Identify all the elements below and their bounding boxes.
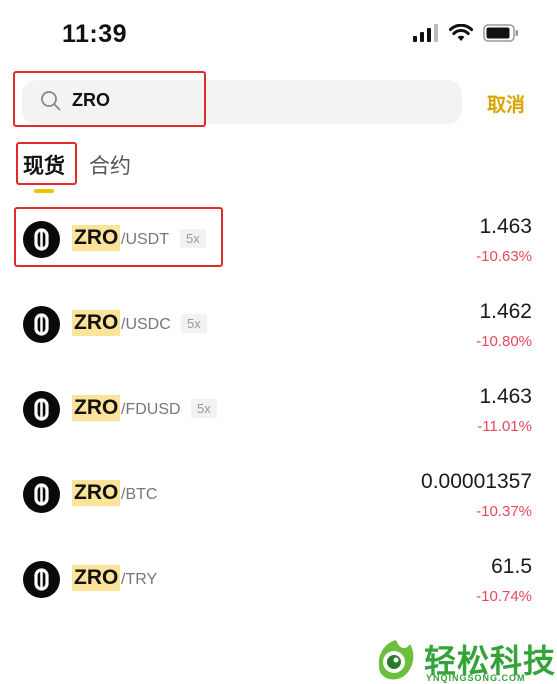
- pair-row-zro-try[interactable]: ZRO /TRY 61.5 -10.74%: [0, 537, 557, 622]
- pair-row-zro-btc[interactable]: ZRO /BTC 0.00001357 -10.37%: [0, 452, 557, 537]
- market-tabs: 现货 合约: [0, 140, 557, 200]
- watermark-subtitle: YNQINGSONG.COM: [426, 673, 526, 683]
- status-bar: 11:39: [0, 0, 557, 66]
- pair-base: ZRO: [72, 565, 121, 591]
- pair-change: -10.80%: [476, 333, 532, 350]
- status-time: 11:39: [62, 20, 128, 48]
- pair-price: 61.5: [491, 555, 532, 578]
- battery-icon: [483, 24, 519, 47]
- pair-price: 0.00001357: [421, 470, 532, 493]
- annotation-box-search: [13, 71, 206, 127]
- zro-coin-logo: [23, 476, 60, 513]
- pair-row-zro-fdusd[interactable]: ZRO /FDUSD 5x 1.463 -11.01%: [0, 367, 557, 452]
- pair-price: 1.463: [479, 385, 532, 408]
- active-tab-indicator: [34, 189, 54, 193]
- leverage-badge: 5x: [191, 399, 217, 418]
- pair-quote: /FDUSD: [121, 401, 181, 418]
- annotation-box-pair: [14, 207, 223, 267]
- leverage-badge: 5x: [181, 314, 207, 333]
- pair-change: -11.01%: [477, 418, 532, 435]
- cellular-signal-icon: [413, 24, 439, 47]
- pair-row-zro-usdc[interactable]: ZRO /USDC 5x 1.462 -10.80%: [0, 282, 557, 367]
- pair-quote: /USDC: [121, 316, 171, 333]
- watermark: 轻松科技 YNQINGSONG.COM: [372, 636, 557, 684]
- pair-change: -10.63%: [476, 248, 532, 265]
- leaf-logo-icon: [372, 636, 420, 684]
- tab-contract[interactable]: 合约: [89, 150, 131, 180]
- wifi-icon: [448, 23, 474, 47]
- pair-price: 1.463: [479, 215, 532, 238]
- pair-change: -10.74%: [476, 588, 532, 605]
- pair-base: ZRO: [72, 395, 121, 421]
- annotation-box-tab: [16, 142, 77, 185]
- zro-coin-logo: [23, 306, 60, 343]
- pair-quote: /BTC: [121, 486, 158, 503]
- zro-coin-logo: [23, 391, 60, 428]
- zro-coin-logo: [23, 561, 60, 598]
- status-icons: [413, 23, 519, 47]
- pair-quote: /TRY: [121, 571, 158, 588]
- pair-base: ZRO: [72, 480, 121, 506]
- pair-change: -10.37%: [476, 503, 532, 520]
- cancel-button[interactable]: 取消: [487, 90, 525, 117]
- pair-price: 1.462: [479, 300, 532, 323]
- pair-base: ZRO: [72, 310, 121, 336]
